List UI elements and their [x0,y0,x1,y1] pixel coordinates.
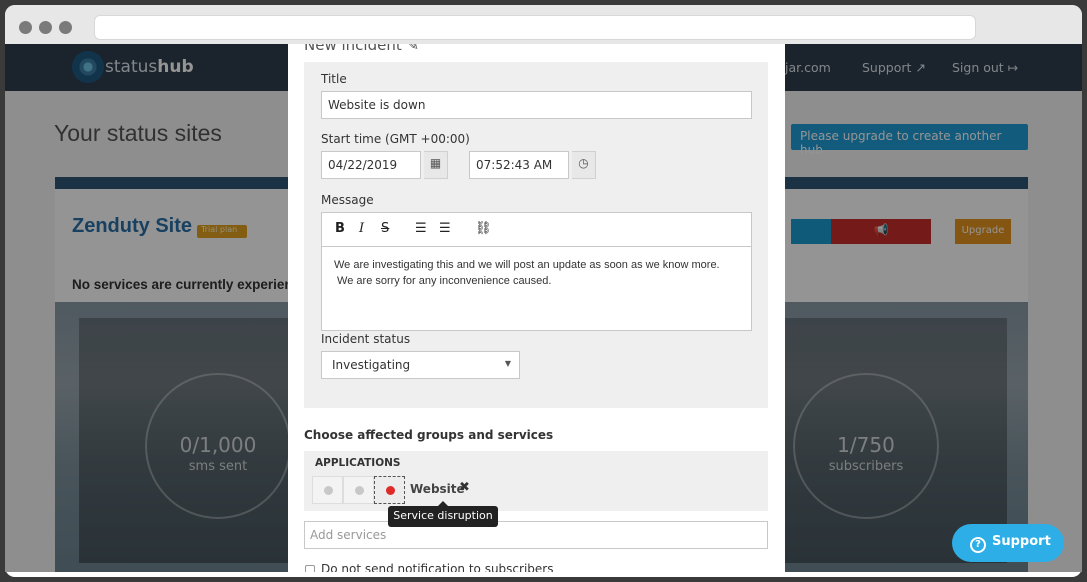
incident-status-select[interactable]: Investigating ▼ [321,351,520,379]
strikethrough-icon[interactable]: S [381,221,389,236]
link-icon[interactable]: ⛓ [475,221,492,236]
add-services-input[interactable]: Add services [304,521,768,549]
service-name: Website [410,482,465,496]
help-icon: ? [970,537,986,553]
bullet-list-icon[interactable]: ☰ [439,221,451,236]
edit-icon: ✎ [406,44,420,54]
date-input[interactable]: 04/22/2019 [321,151,421,179]
status-tooltip: Service disruption [388,501,498,527]
status-dot-icon [386,486,395,495]
status-dot-icon [355,486,364,495]
calendar-icon[interactable]: ▦ [424,151,448,179]
status-operational-button[interactable] [312,476,343,504]
browser-chrome [5,5,1082,49]
title-label: Title [321,72,347,86]
ordered-list-icon[interactable]: ☰ [415,221,427,236]
status-dot-icon [324,486,333,495]
editor-toolbar: B I S ☰ ☰ ⛓ [322,213,751,247]
close-dot[interactable] [19,21,32,34]
applications-group: APPLICATIONS Website ✖ [304,451,768,511]
incident-status-value: Investigating [332,358,411,372]
clock-icon[interactable]: ◷ [572,151,596,179]
time-input[interactable]: 07:52:43 AM [469,151,569,179]
new-incident-modal: New incident ✎ Title Website is down Sta… [288,44,785,572]
affected-groups-title: Choose affected groups and services [304,428,554,442]
message-editor[interactable]: B I S ☰ ☰ ⛓ We are investigating this an… [321,212,752,331]
italic-icon[interactable]: I [359,221,364,236]
no-notify-checkbox[interactable] [305,564,315,572]
address-bar[interactable] [94,15,976,40]
bold-icon[interactable]: B [335,221,345,236]
incident-form-card: Title Website is down Start time (GMT +0… [304,62,768,408]
message-text[interactable]: We are investigating this and we will po… [334,257,720,289]
incident-status-label: Incident status [321,332,411,346]
title-input[interactable]: Website is down [321,91,752,119]
service-status-selector [312,476,405,504]
no-notify-row[interactable]: Do not send notification to subscribers [305,562,553,572]
start-time-label: Start time (GMT +00:00) [321,132,470,146]
minimize-dot[interactable] [39,21,52,34]
chevron-down-icon: ▼ [504,359,511,368]
status-degraded-button[interactable] [343,476,374,504]
no-notify-label: Do not send notification to subscribers [321,562,554,572]
support-widget-button[interactable]: ? Support [952,524,1064,562]
remove-service-icon[interactable]: ✖ [459,480,470,495]
modal-heading: New incident ✎ [304,44,419,54]
status-disruption-button[interactable] [374,476,405,504]
applications-title: APPLICATIONS [315,457,401,469]
maximize-dot[interactable] [59,21,72,34]
message-label: Message [321,193,374,207]
